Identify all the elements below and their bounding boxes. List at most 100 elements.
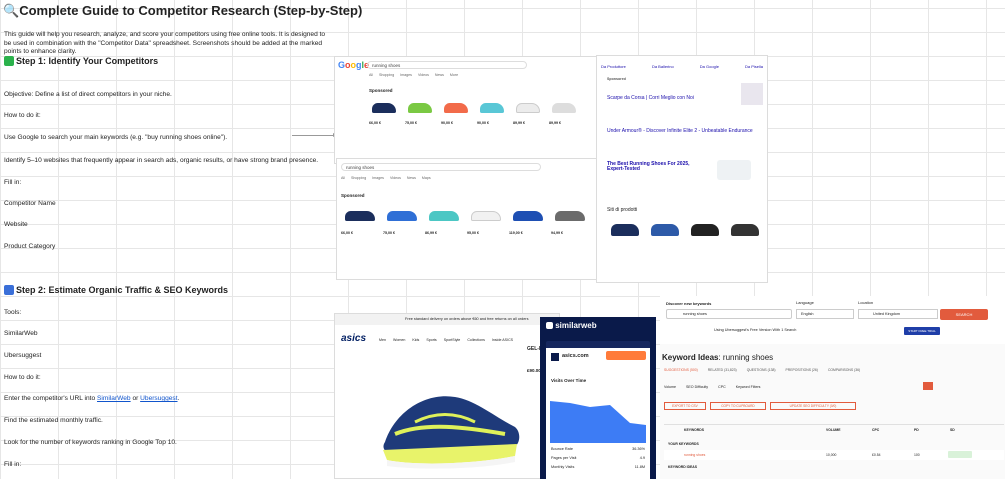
competitor-name-field[interactable]: Competitor Name [4, 200, 56, 207]
export-csv-button[interactable]: EXPORT TO CSV [664, 402, 706, 410]
similarweb-logo-icon [546, 322, 553, 329]
google-search-input[interactable]: running shoes [367, 61, 527, 69]
tab-shopping[interactable]: Shopping [379, 73, 394, 77]
similarweb-screenshot: similarweb asics.com Visits Over Time Bo… [540, 317, 656, 479]
location-select[interactable]: United Kingdom [858, 309, 938, 319]
tab-more[interactable]: More [450, 73, 458, 77]
filter-volume[interactable]: Volume [664, 385, 676, 389]
free-trial-button[interactable]: START FREE TRIAL [904, 327, 940, 335]
filter-link[interactable]: Da Google [700, 64, 719, 69]
similarweb-link[interactable]: SimilarWeb [97, 395, 131, 402]
product-card[interactable]: 119,00 € [509, 201, 547, 235]
tab-comparisons[interactable]: COMPARISONS (36) [828, 368, 860, 372]
toggle-button[interactable] [923, 382, 933, 390]
product-thumb[interactable] [611, 224, 639, 236]
tab-related[interactable]: RELATED (31,823) [708, 368, 737, 372]
visits-chart [550, 401, 646, 443]
similarweb-text: SimilarWeb [4, 330, 38, 337]
nav-item[interactable]: Kids [412, 338, 419, 342]
product-card[interactable]: 86,99 € [425, 201, 463, 235]
fill-in-label: Fill in: [4, 179, 22, 186]
tab-all[interactable]: All [369, 73, 373, 77]
ad-title-1[interactable]: Scarpe da Corsa | Corri Meglio con Noi [607, 96, 694, 101]
tab-images[interactable]: Images [372, 176, 384, 180]
stat-row: Bounce Rate 36.36% [551, 447, 645, 451]
nav-item[interactable]: Inside ASICS [492, 338, 513, 342]
update-sd-button[interactable]: UPDATE SEO DIFFICULTY (0/0) [770, 402, 856, 410]
google-ads-screenshot: Da Produttore Da Ballerino Da Google Da … [596, 55, 768, 283]
product-card[interactable]: 94,99 € [551, 201, 589, 235]
ubersuggest-link[interactable]: Ubersuggest [140, 395, 177, 402]
filter-seo-difficulty[interactable]: SEO Difficulty [686, 385, 708, 389]
product-card[interactable]: 66,00 € [341, 201, 379, 235]
website-field[interactable]: Website [4, 221, 28, 228]
article-image [717, 160, 751, 180]
product-thumb[interactable] [731, 224, 759, 236]
filter-link[interactable]: Da Produttore [601, 64, 626, 69]
filter-cpc[interactable]: CPC [718, 385, 726, 389]
product-card[interactable]: 89,99 € [549, 95, 579, 125]
keyword-ideas-title: Keyword Ideas: running shoes [662, 353, 774, 362]
copy-clipboard-button[interactable]: COPY TO CLIPBOARD [710, 402, 766, 410]
keyword-filters: Volume SEO Difficulty CPC Keyword Filter… [664, 385, 760, 389]
product-card[interactable]: 66,00 € [369, 95, 399, 125]
google-serp-screenshot-2: running shoes All Shopping Images Videos… [336, 158, 598, 280]
nav-item[interactable]: Collections [467, 338, 485, 342]
product-card[interactable]: 89,99 € [513, 95, 543, 125]
tab-videos[interactable]: Videos [418, 73, 429, 77]
product-card[interactable]: 75,00 € [383, 201, 421, 235]
product-price: £90.00 [527, 368, 541, 373]
nav-item[interactable]: Men [379, 338, 386, 342]
intro-text: This guide will help you research, analy… [4, 31, 326, 55]
tab-news[interactable]: News [407, 176, 416, 180]
asics-logo[interactable]: asics [341, 333, 366, 344]
nav-item[interactable]: Women [393, 338, 405, 342]
visits-title: Visits Over Time [551, 378, 587, 383]
nav-item[interactable]: SportStyle [444, 338, 461, 342]
keyword-tabs: SUGGESTIONS (500) RELATED (31,823) QUEST… [664, 368, 860, 372]
tab-questions[interactable]: QUESTIONS (138) [747, 368, 776, 372]
compare-button[interactable] [606, 351, 646, 360]
filter-link[interactable]: Da Ballerino [652, 64, 674, 69]
filter-keyword-filters[interactable]: Keyword Filters [736, 385, 761, 389]
discover-label: Discover new keywords [666, 301, 712, 306]
ad-title-2[interactable]: Under Armour® - Discover Infinite Elite … [607, 129, 762, 134]
product-sites-heading: Siti di prodotti [607, 207, 638, 213]
table-row[interactable]: running shoes 10,000 £0.54 100 [664, 450, 1004, 460]
filter-link[interactable]: Da Pisella [745, 64, 763, 69]
product-thumb[interactable] [651, 224, 679, 236]
product-card[interactable]: 75,00 € [405, 95, 435, 125]
tab-images[interactable]: Images [400, 73, 412, 77]
google-search-input-2[interactable]: running shoes [341, 163, 541, 171]
bar-chart-icon [4, 285, 14, 295]
tab-prepositions[interactable]: PREPOSITIONS (26) [786, 368, 818, 372]
nav-item[interactable]: Sports [426, 338, 436, 342]
product-card[interactable]: 95,00 € [467, 201, 505, 235]
identify-text: Identify 5–10 websites that frequently a… [4, 157, 319, 164]
how-to-label-2: How to do it: [4, 374, 41, 381]
product-category-field[interactable]: Product Category [4, 243, 55, 250]
search-button[interactable]: SEARCH [940, 309, 988, 320]
keyword-input[interactable]: running shoes [666, 309, 792, 319]
product-card[interactable]: 90,00 € [477, 95, 507, 125]
product-card[interactable]: 90,00 € [441, 95, 471, 125]
col-keywords: KEYWORDS [684, 428, 704, 432]
product-thumb[interactable] [691, 224, 719, 236]
your-keywords-label: YOUR KEYWORDS [668, 442, 699, 446]
language-select[interactable]: English [796, 309, 854, 319]
tab-news[interactable]: News [435, 73, 444, 77]
tab-videos[interactable]: Videos [390, 176, 401, 180]
cpc-cell: £0.54 [872, 453, 881, 457]
tab-suggestions[interactable]: SUGGESTIONS (500) [664, 368, 698, 372]
asics-website-screenshot: Free standard delivery on orders above €… [334, 313, 560, 479]
google-logo: Google [338, 60, 370, 70]
google-tabs-2: All Shopping Images Videos News Maps [341, 176, 431, 180]
keyword-cell[interactable]: running shoes [684, 453, 705, 457]
google-tabs: All Shopping Images Videos News More [369, 73, 458, 77]
tab-maps[interactable]: Maps [422, 176, 431, 180]
tab-all[interactable]: All [341, 176, 345, 180]
site-favicon [551, 353, 559, 361]
col-volume: VOLUME [826, 428, 841, 432]
tab-shopping[interactable]: Shopping [351, 176, 366, 180]
organic-title[interactable]: The Best Running Shoes For 2025, Expert-… [607, 162, 707, 172]
